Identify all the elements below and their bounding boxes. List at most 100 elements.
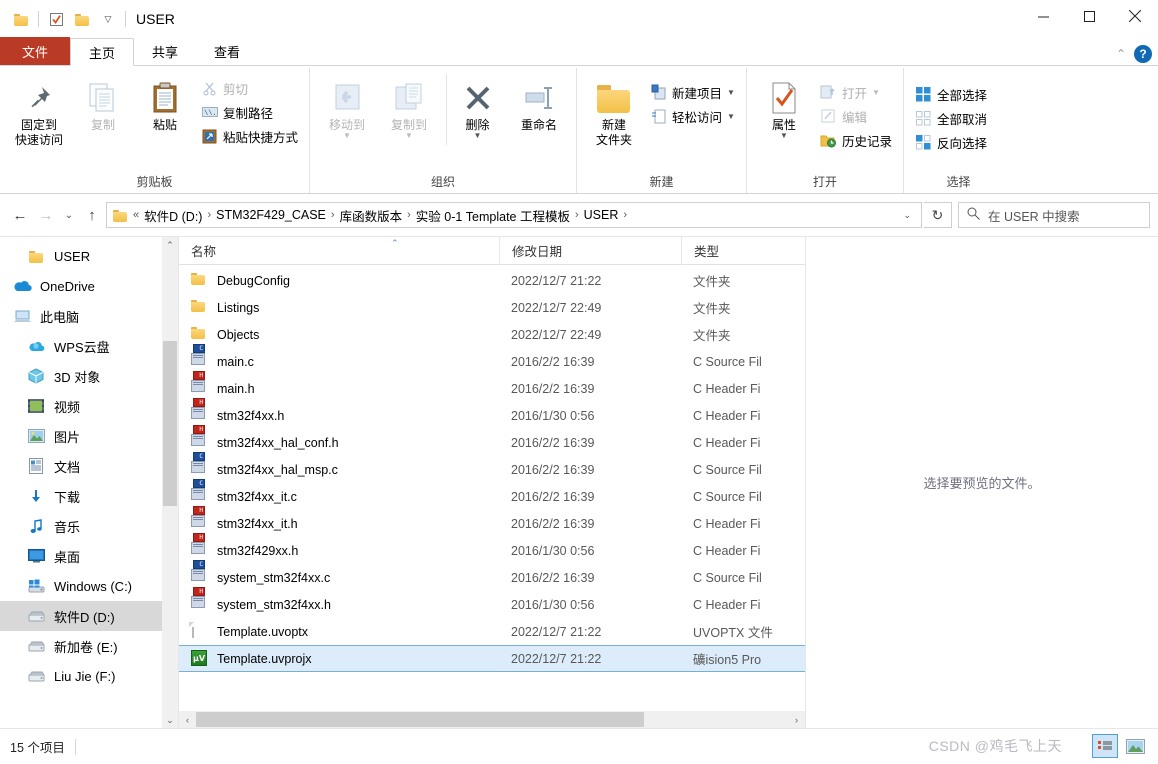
table-row[interactable]: C stm32f4xx_hal_msp.c 2016/2/2 16:39 C S…: [179, 452, 805, 483]
refresh-button[interactable]: ↻: [924, 202, 952, 228]
sidebar-item-downloads[interactable]: 下载: [0, 481, 178, 511]
tab-view[interactable]: 查看: [196, 37, 258, 65]
sidebar-item-onedrive[interactable]: OneDrive: [0, 271, 178, 301]
address-box[interactable]: « 软件D (D:) › STM32F429_CASE › 库函数版本 › 实验…: [106, 202, 922, 228]
tab-file[interactable]: 文件: [0, 37, 71, 65]
new-item-caret-icon[interactable]: ▼: [727, 88, 735, 97]
folder-icon[interactable]: [8, 6, 34, 32]
back-button[interactable]: ←: [8, 202, 32, 228]
new-folder-button[interactable]: 新建 文件夹: [583, 74, 645, 152]
edit-button[interactable]: 编辑: [815, 104, 897, 128]
pin-to-quick-access-button[interactable]: 固定到 快速访问: [6, 74, 72, 152]
sidebar-item-videos[interactable]: 视频: [0, 391, 178, 421]
breadcrumb-item-2[interactable]: 库函数版本: [337, 206, 406, 225]
sidebar-item-this-pc[interactable]: 此电脑: [0, 301, 178, 331]
cut-button[interactable]: 剪切: [196, 76, 303, 100]
breadcrumb-item-1[interactable]: STM32F429_CASE: [213, 208, 329, 222]
breadcrumb-sep-4[interactable]: ›: [622, 209, 628, 221]
breadcrumb-overflow[interactable]: «: [132, 209, 140, 221]
sidebar-item-drive-d[interactable]: 软件D (D:): [0, 601, 178, 631]
sidebar-item-music[interactable]: 音乐: [0, 511, 178, 541]
sidebar-item-documents[interactable]: 文档: [0, 451, 178, 481]
details-view-button[interactable]: [1092, 734, 1118, 758]
table-row[interactable]: H main.h 2016/2/2 16:39 C Header Fi: [179, 371, 805, 402]
maximize-button[interactable]: [1066, 0, 1112, 32]
sidebar-item-drive-e[interactable]: 新加卷 (E:): [0, 631, 178, 661]
close-button[interactable]: [1112, 0, 1158, 32]
properties-caret-icon[interactable]: ▼: [780, 131, 788, 141]
table-row[interactable]: Listings 2022/12/7 22:49 文件夹: [179, 294, 805, 321]
forward-button[interactable]: →: [34, 202, 58, 228]
breadcrumb-sep-0[interactable]: ›: [206, 209, 212, 221]
move-to-caret-icon[interactable]: ▼: [343, 131, 351, 141]
sidebar-item-user[interactable]: USER: [0, 241, 178, 271]
sidebar-item-desktop[interactable]: 桌面: [0, 541, 178, 571]
hscroll-left-button[interactable]: ‹: [179, 715, 196, 725]
table-row[interactable]: DebugConfig 2022/12/7 21:22 文件夹: [179, 267, 805, 294]
move-to-button[interactable]: 移动到 ▼: [316, 74, 378, 145]
history-button[interactable]: 历史记录: [815, 128, 897, 152]
file-list-horizontal-scrollbar[interactable]: ‹ ›: [179, 711, 805, 728]
paste-button[interactable]: 粘贴: [134, 74, 196, 137]
column-header-date[interactable]: 修改日期: [499, 236, 681, 265]
scroll-up-button[interactable]: ⌃: [162, 237, 178, 254]
breadcrumb-sep-2[interactable]: ›: [406, 209, 412, 221]
table-row[interactable]: C stm32f4xx_it.c 2016/2/2 16:39 C Source…: [179, 479, 805, 510]
rename-button[interactable]: 重命名: [508, 74, 570, 137]
select-none-button[interactable]: 全部取消: [910, 106, 992, 130]
scroll-down-button[interactable]: ⌄: [162, 712, 178, 728]
minimize-button[interactable]: [1020, 0, 1066, 32]
tab-home[interactable]: 主页: [70, 38, 135, 66]
open-caret-icon[interactable]: ▼: [872, 88, 880, 97]
properties-button[interactable]: 属性 ▼: [753, 74, 815, 145]
table-row[interactable]: H stm32f4xx_it.h 2016/2/2 16:39 C Header…: [179, 506, 805, 537]
new-folder-icon[interactable]: [69, 6, 95, 32]
copy-path-button[interactable]: \\.. 复制路径: [196, 100, 303, 124]
table-row[interactable]: Objects 2022/12/7 22:49 文件夹: [179, 321, 805, 348]
breadcrumb-item-4[interactable]: USER: [581, 208, 622, 222]
search-box[interactable]: 在 USER 中搜索: [958, 202, 1150, 228]
help-button[interactable]: ?: [1134, 45, 1152, 63]
new-item-button[interactable]: 新建项目 ▼: [645, 80, 740, 104]
sidebar-item-pictures[interactable]: 图片: [0, 421, 178, 451]
copy-to-button[interactable]: 复制到 ▼: [378, 74, 440, 145]
table-row[interactable]: H stm32f429xx.h 2016/1/30 0:56 C Header …: [179, 533, 805, 564]
copy-to-caret-icon[interactable]: ▼: [405, 131, 413, 141]
table-row[interactable]: H stm32f4xx_hal_conf.h 2016/2/2 16:39 C …: [179, 425, 805, 456]
large-icons-view-button[interactable]: [1122, 734, 1148, 758]
column-header-name[interactable]: 名称 ⌃: [179, 237, 499, 265]
properties-check-icon[interactable]: [43, 6, 69, 32]
customize-quick-access-caret[interactable]: ▽: [95, 6, 121, 32]
table-row[interactable]: µV Template.uvprojx 2022/12/7 21:22 礦isi…: [179, 645, 805, 672]
sidebar-item-wps-cloud[interactable]: WPS云盘: [0, 331, 178, 361]
delete-button[interactable]: 删除 ▼: [446, 74, 508, 145]
select-all-button[interactable]: 全部选择: [910, 82, 992, 106]
easy-access-caret-icon[interactable]: ▼: [727, 112, 735, 121]
hscrollbar-thumb[interactable]: [196, 712, 644, 727]
up-button[interactable]: ↑: [80, 202, 104, 228]
sidebar-item-drive-f[interactable]: Liu Jie (F:): [0, 661, 178, 691]
breadcrumb-sep-3[interactable]: ›: [574, 209, 580, 221]
column-header-type[interactable]: 类型: [681, 236, 791, 265]
table-row[interactable]: Template.uvoptx 2022/12/7 21:22 UVOPTX 文…: [179, 618, 805, 645]
sidebar-item-windows-c[interactable]: Windows (C:): [0, 571, 178, 601]
easy-access-button[interactable]: 轻松访问 ▼: [645, 104, 740, 128]
collapse-ribbon-icon[interactable]: ⌃: [1116, 47, 1126, 61]
breadcrumb-item-3[interactable]: 实验 0-1 Template 工程模板: [413, 206, 573, 225]
sidebar-item-3d-objects[interactable]: 3D 对象: [0, 361, 178, 391]
breadcrumb-sep-1[interactable]: ›: [330, 209, 336, 221]
paste-shortcut-button[interactable]: 粘贴快捷方式: [196, 124, 303, 148]
table-row[interactable]: C system_stm32f4xx.c 2016/2/2 16:39 C So…: [179, 560, 805, 591]
navigation-scrollbar[interactable]: ⌃ ⌄: [162, 237, 178, 728]
hscroll-right-button[interactable]: ›: [788, 715, 805, 725]
scrollbar-thumb[interactable]: [163, 341, 177, 506]
address-dropdown-icon[interactable]: ⌄: [897, 210, 917, 221]
delete-caret-icon[interactable]: ▼: [474, 131, 482, 141]
table-row[interactable]: C main.c 2016/2/2 16:39 C Source Fil: [179, 344, 805, 375]
open-button[interactable]: 打开 ▼: [815, 80, 897, 104]
recent-locations-button[interactable]: ⌄: [60, 202, 78, 228]
invert-selection-button[interactable]: 反向选择: [910, 130, 992, 154]
table-row[interactable]: H system_stm32f4xx.h 2016/1/30 0:56 C He…: [179, 587, 805, 618]
breadcrumb-item-0[interactable]: 软件D (D:): [141, 206, 205, 225]
copy-button[interactable]: 复制: [72, 74, 134, 137]
